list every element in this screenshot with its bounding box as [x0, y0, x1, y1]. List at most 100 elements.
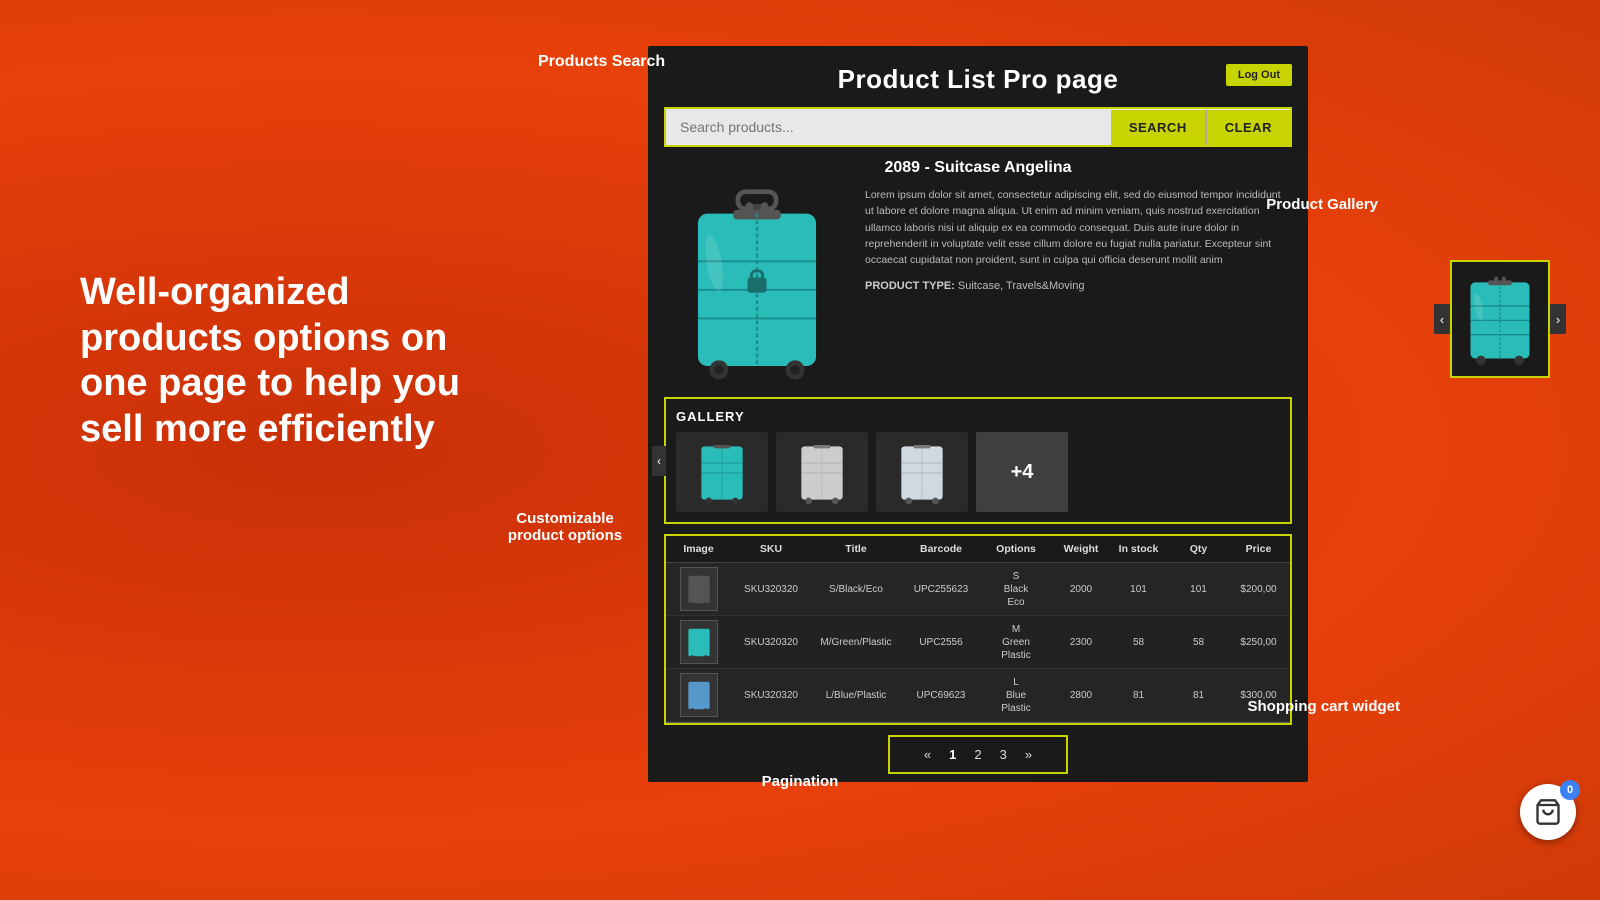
annotation-pagination: Pagination	[762, 773, 839, 790]
td-options-3: LBluePlastic	[981, 672, 1051, 719]
td-options-1: SBlackEco	[981, 566, 1051, 613]
gallery-suitcase-3	[887, 437, 957, 507]
th-barcode: Barcode	[901, 536, 981, 562]
table-header: Image SKU Title Barcode Options Weight I…	[666, 536, 1290, 563]
th-weight: Weight	[1051, 536, 1111, 562]
td-sku-3: SKU320320	[731, 685, 811, 706]
td-barcode-2: UPC2556	[901, 632, 981, 653]
th-qty-stock: Qty	[1166, 536, 1231, 562]
page-title: Product List Pro page	[668, 64, 1288, 95]
pagination-next[interactable]: »	[1019, 745, 1038, 764]
product-detail: Lorem ipsum dolor sit amet, consectetur …	[664, 187, 1292, 387]
td-weight-2: 2300	[1051, 632, 1111, 653]
cart-badge: 0	[1560, 780, 1580, 800]
main-panel: Product List Pro page Log Out SEARCH CLE…	[648, 46, 1308, 782]
product-description-area: Lorem ipsum dolor sit amet, consectetur …	[865, 187, 1292, 387]
panel-header: Product List Pro page Log Out	[648, 46, 1308, 107]
product-type-row: PRODUCT TYPE: Suitcase, Travels&Moving	[865, 278, 1292, 295]
annotation-products-search: Products Search	[538, 53, 665, 71]
gallery-item-1[interactable]	[676, 432, 768, 512]
td-barcode-3: UPC69623	[901, 685, 981, 706]
table-row: SKU320320 M/Green/Plastic UPC2556 MGreen…	[666, 616, 1290, 669]
product-name: 2089 - Suitcase Angelina	[648, 159, 1308, 177]
th-qty: Qty	[1286, 536, 1292, 562]
td-instock-3: 81	[1111, 685, 1166, 706]
td-qty-stock-3: 81	[1166, 685, 1231, 706]
table-row: SKU320320 L/Blue/Plastic UPC69623 LBlueP…	[666, 669, 1290, 722]
gallery-section: GALLERY	[664, 397, 1292, 524]
pagination-section: « 1 2 3 »	[648, 735, 1308, 774]
th-sku: SKU	[731, 536, 811, 562]
thumb-svg-1	[684, 571, 714, 607]
td-options-2: MGreenPlastic	[981, 619, 1051, 666]
td-title-2: M/Green/Plastic	[811, 632, 901, 653]
th-title: Title	[811, 536, 901, 562]
gallery-panel-suitcase	[1460, 269, 1540, 369]
td-qty-action-1: ADD TO CART	[1286, 568, 1292, 610]
product-main-image	[664, 187, 849, 387]
search-section: SEARCH CLEAR	[664, 107, 1292, 147]
th-instock: In stock	[1111, 536, 1166, 562]
logout-button[interactable]: Log Out	[1226, 64, 1292, 86]
td-sku-1: SKU320320	[731, 579, 811, 600]
td-qty-stock-1: 101	[1166, 579, 1231, 600]
table-row: SKU320320 S/Black/Eco UPC255623 SBlackEc…	[666, 563, 1290, 616]
pagination-box: « 1 2 3 »	[888, 735, 1068, 774]
th-options: Options	[981, 536, 1051, 562]
td-qty-action-2: ADD TO CART	[1286, 621, 1292, 663]
thumb-svg-2	[684, 624, 714, 660]
td-price-2: $250,00	[1231, 632, 1286, 653]
product-type-value: Suitcase, Travels&Moving	[958, 280, 1085, 292]
qty-input-1[interactable]	[1290, 579, 1292, 599]
cart-widget[interactable]: 0	[1520, 784, 1576, 840]
gallery-panel-nav-left[interactable]: ‹	[1434, 304, 1450, 334]
gallery-items: +4	[676, 432, 1280, 512]
annotation-customizable: Customizable product options	[500, 510, 630, 544]
product-thumb-3	[680, 673, 718, 717]
hero-text: Well-organized products options on one p…	[80, 270, 500, 452]
td-image-1	[666, 563, 731, 615]
product-thumb-1	[680, 567, 718, 611]
gallery-panel-nav-right[interactable]: ›	[1550, 304, 1566, 334]
gallery-plus-label: +4	[1011, 461, 1034, 484]
product-table: Image SKU Title Barcode Options Weight I…	[664, 534, 1292, 725]
gallery-suitcase-1	[687, 437, 757, 507]
td-title-1: S/Black/Eco	[811, 579, 901, 600]
annotation-shopping-cart: Shopping cart widget	[1248, 698, 1401, 715]
td-title-3: L/Blue/Plastic	[811, 685, 901, 706]
th-image: Image	[666, 536, 731, 562]
clear-button[interactable]: CLEAR	[1205, 110, 1290, 145]
th-price: Price	[1231, 536, 1286, 562]
td-sku-2: SKU320320	[731, 632, 811, 653]
td-image-2	[666, 616, 731, 668]
td-barcode-1: UPC255623	[901, 579, 981, 600]
gallery-item-3[interactable]	[876, 432, 968, 512]
annotation-product-gallery: Product Gallery	[1266, 196, 1378, 213]
td-price-1: $200,00	[1231, 579, 1286, 600]
td-qty-stock-2: 58	[1166, 632, 1231, 653]
td-weight-1: 2000	[1051, 579, 1111, 600]
search-button[interactable]: SEARCH	[1111, 110, 1205, 145]
gallery-suitcase-2	[787, 437, 857, 507]
suitcase-svg	[677, 187, 837, 387]
td-image-3	[666, 669, 731, 721]
pagination-page-3[interactable]: 3	[994, 745, 1013, 764]
pagination-page-2[interactable]: 2	[968, 745, 987, 764]
gallery-item-more[interactable]: +4	[976, 432, 1068, 512]
product-thumb-2	[680, 620, 718, 664]
gallery-nav-left[interactable]: ‹	[652, 446, 666, 476]
pagination-prev[interactable]: «	[918, 745, 937, 764]
product-type-label: PRODUCT TYPE:	[865, 280, 955, 292]
cart-icon	[1534, 798, 1562, 826]
td-instock-1: 101	[1111, 579, 1166, 600]
gallery-label: GALLERY	[676, 409, 1280, 424]
thumb-svg-3	[684, 677, 714, 713]
gallery-panel-right: ‹ ›	[1450, 260, 1550, 378]
pagination-page-1[interactable]: 1	[943, 745, 962, 764]
search-input[interactable]	[666, 109, 1111, 145]
product-description-text: Lorem ipsum dolor sit amet, consectetur …	[865, 187, 1292, 268]
qty-input-2[interactable]	[1290, 632, 1292, 652]
td-instock-2: 58	[1111, 632, 1166, 653]
td-weight-3: 2800	[1051, 685, 1111, 706]
gallery-item-2[interactable]	[776, 432, 868, 512]
